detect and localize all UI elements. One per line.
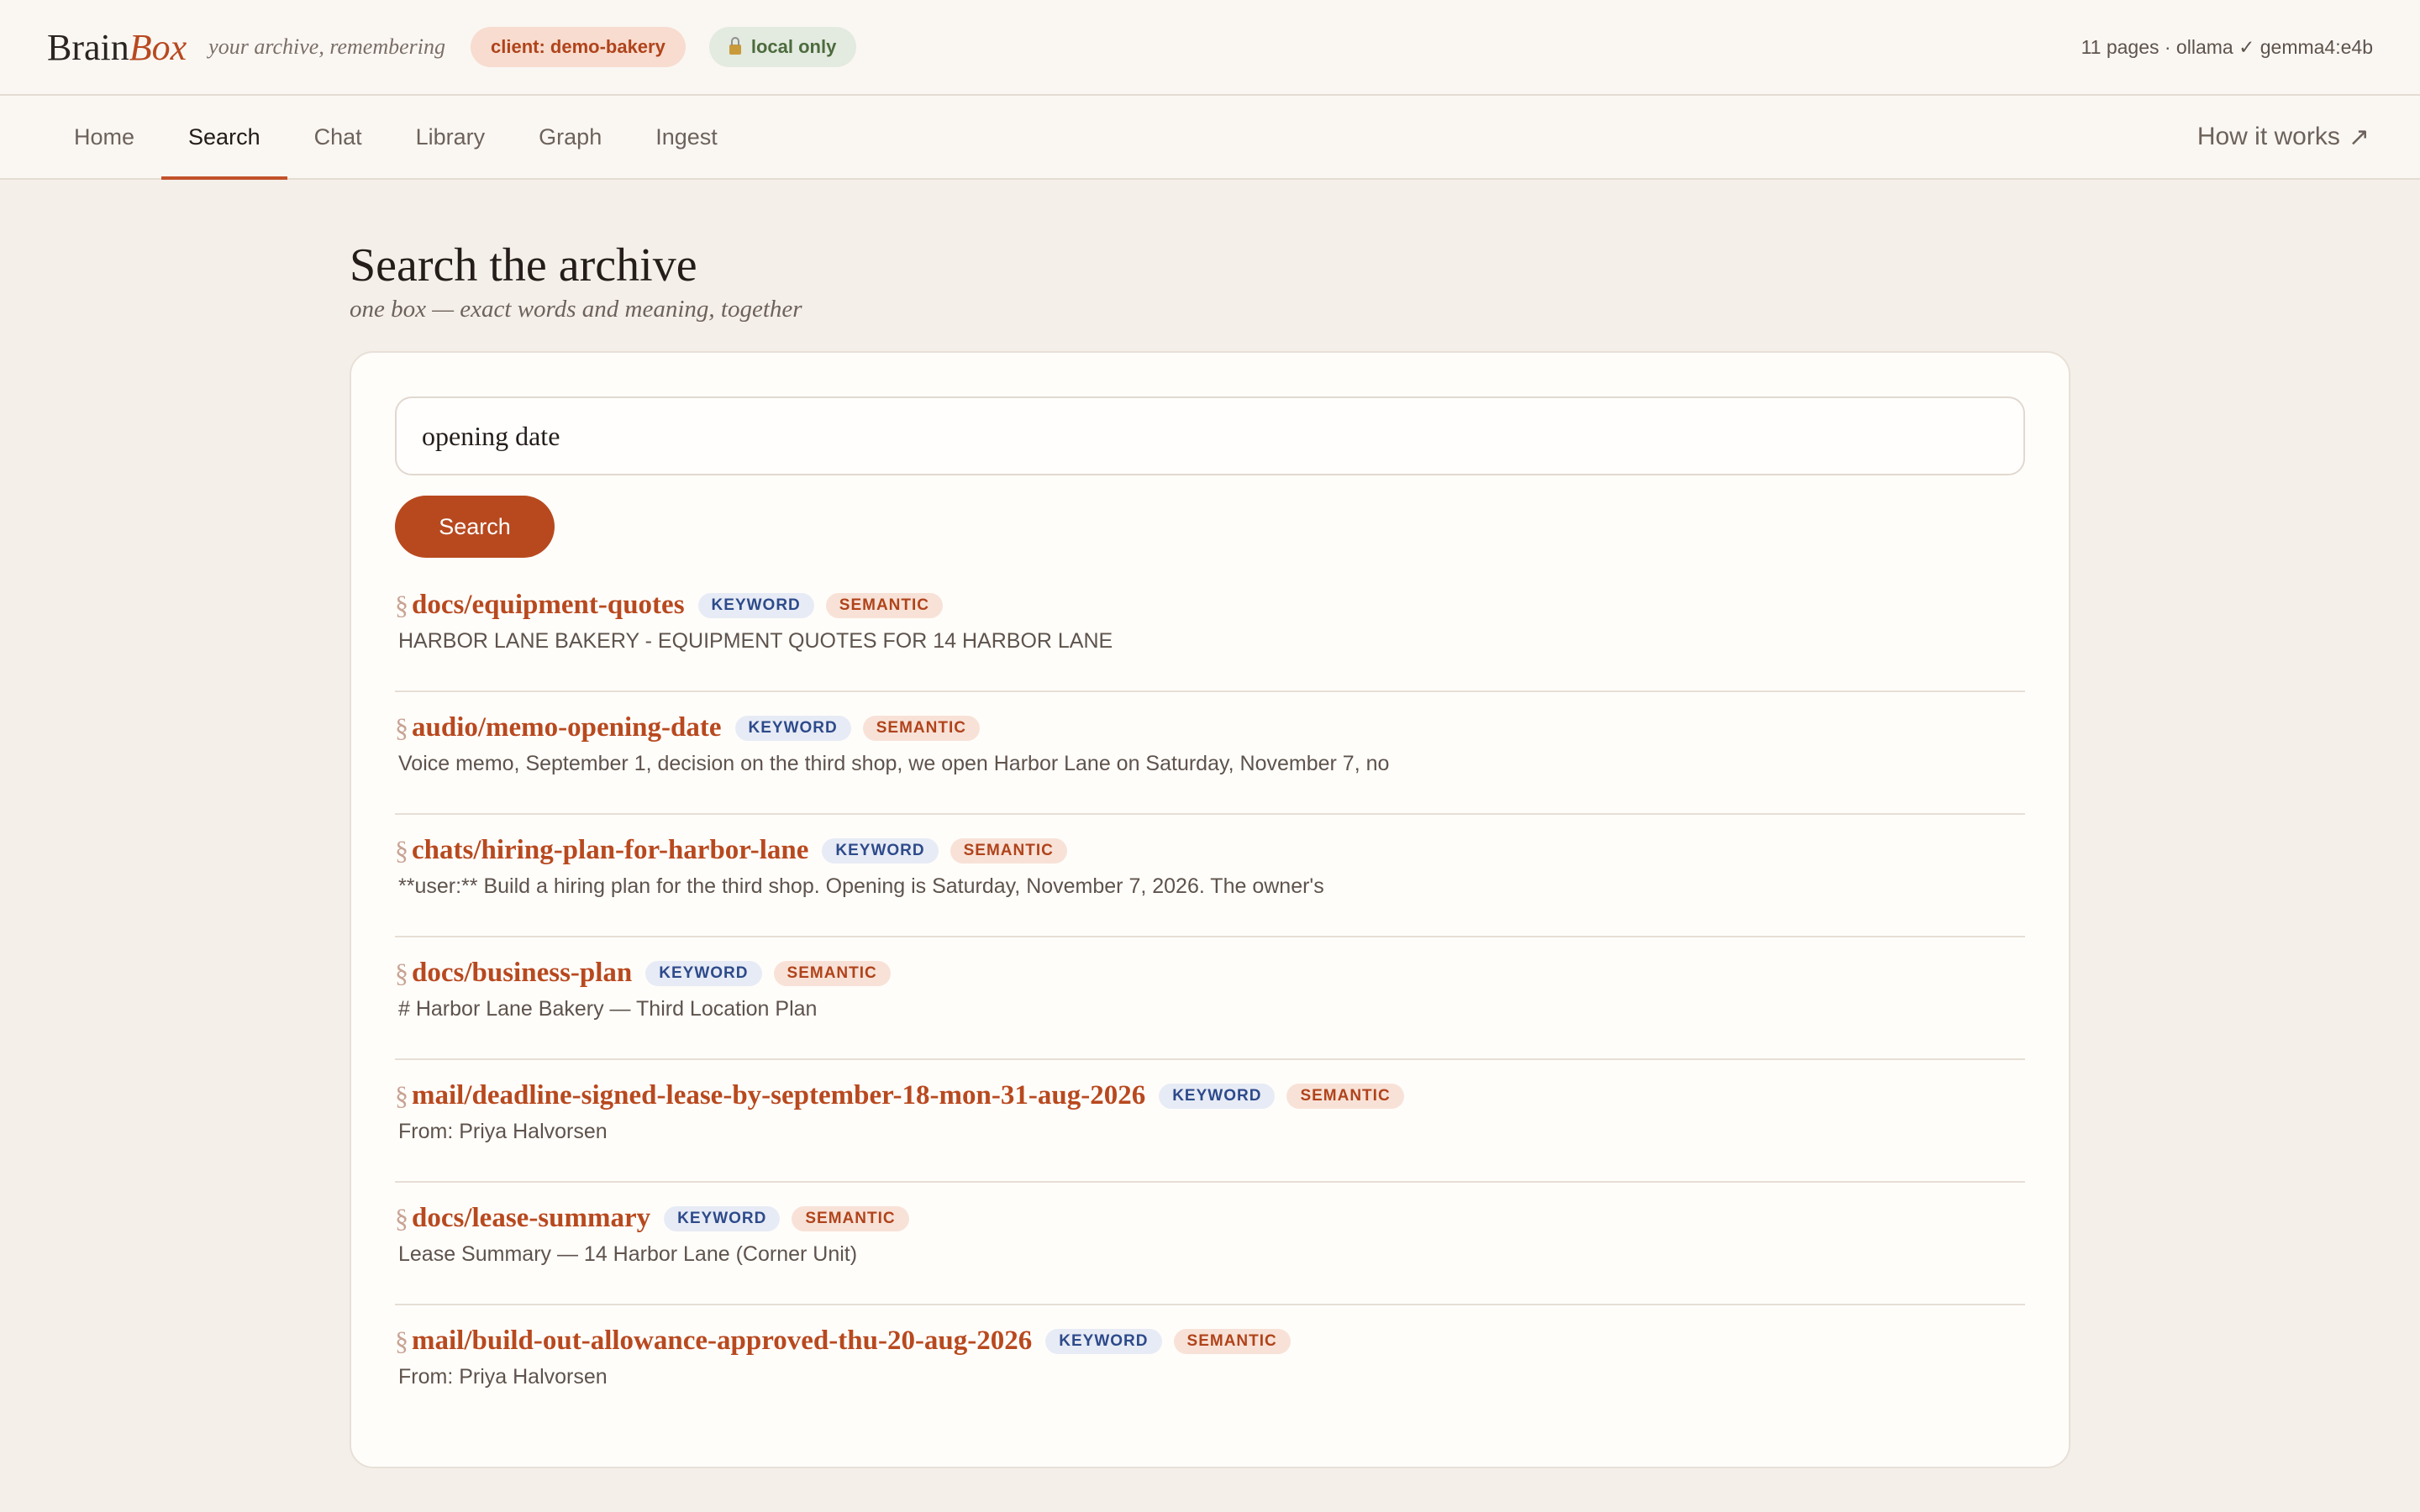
tab-home[interactable]: Home [47,96,161,178]
result-snippet: Voice memo, September 1, decision on the… [398,752,1390,775]
result-item: § docs/business-plan KEYWORD SEMANTIC # … [395,937,2025,1060]
nav-bar: Home Search Chat Library Graph Ingest Ho… [0,96,2420,180]
tab-ingest-label: Ingest [655,123,718,150]
result-title[interactable]: mail/build-out-allowance-approved-thu-20… [412,1326,1032,1357]
how-it-works-label: How it works [2196,123,2340,150]
page-title: Search the archive [350,239,697,291]
semantic-badge: SEMANTIC [1286,1083,1404,1109]
result-title[interactable]: chats/hiring-plan-for-harbor-lane [412,835,808,866]
search-button[interactable]: Search [395,496,555,558]
result-item: § mail/deadline-signed-lease-by-septembe… [395,1060,2025,1183]
tab-library[interactable]: Library [389,96,513,178]
tab-graph-label: Graph [539,123,602,150]
result-snippet: From: Priya Halvorsen [398,1120,608,1143]
tab-home-label: Home [74,123,135,150]
result-snippet: From: Priya Halvorsen [398,1365,608,1389]
local-only-badge: local only [708,27,857,67]
section-icon: § [395,712,408,743]
tagline: your archive, remembering [208,34,445,59]
section-icon: § [395,590,408,620]
semantic-badge: SEMANTIC [825,592,944,618]
keyword-badge: KEYWORD [664,1205,781,1231]
logo[interactable]: BrainBox [47,26,187,69]
section-icon: § [395,835,408,865]
search-input[interactable] [395,396,2025,475]
result-item: § mail/build-out-allowance-approved-thu-… [395,1305,2025,1428]
logo-box: Box [129,26,187,68]
keyword-badge: KEYWORD [1045,1328,1162,1354]
main-content: Search the archive one box — exact words… [350,180,2070,1468]
result-item: § docs/equipment-quotes KEYWORD SEMANTIC… [395,570,2025,692]
semantic-badge: SEMANTIC [792,1205,909,1231]
results-list: § docs/equipment-quotes KEYWORD SEMANTIC… [395,570,2025,1428]
section-icon: § [395,1080,408,1110]
result-snippet: **user:** Build a hiring plan for the th… [398,874,1324,898]
result-snippet: # Harbor Lane Bakery — Third Location Pl… [398,997,818,1021]
logo-brain: Brain [47,26,129,68]
local-only-label: local only [750,36,837,57]
tab-search-label: Search [188,123,260,150]
tab-search[interactable]: Search [161,96,287,180]
keyword-badge: KEYWORD [645,960,762,986]
section-icon: § [395,1203,408,1233]
keyword-badge: KEYWORD [1159,1083,1276,1109]
result-title[interactable]: mail/deadline-signed-lease-by-september-… [412,1080,1145,1111]
semantic-badge: SEMANTIC [773,960,891,986]
result-title[interactable]: docs/equipment-quotes [412,590,685,621]
semantic-badge: SEMANTIC [1173,1328,1291,1354]
lock-icon [729,37,741,55]
result-snippet: HARBOR LANE BAKERY - EQUIPMENT QUOTES FO… [398,629,1113,653]
section-icon: § [395,958,408,988]
external-arrow-icon: ↗ [2348,123,2370,151]
how-it-works-link[interactable]: How it works ↗ [2197,96,2370,178]
result-title[interactable]: audio/memo-opening-date [412,712,722,743]
search-card: Search § docs/equipment-quotes KEYWORD S… [350,351,2070,1468]
tab-chat-label: Chat [313,123,362,150]
client-badge-label: client: demo-bakery [491,36,666,57]
tab-graph[interactable]: Graph [512,96,629,178]
result-item: § audio/memo-opening-date KEYWORD SEMANT… [395,692,2025,815]
keyword-badge: KEYWORD [734,715,851,741]
result-item: § docs/lease-summary KEYWORD SEMANTIC Le… [395,1183,2025,1305]
tab-chat[interactable]: Chat [287,96,389,178]
result-title[interactable]: docs/business-plan [412,958,632,989]
tab-library-label: Library [415,123,486,150]
keyword-badge: KEYWORD [822,837,939,864]
status-text: 11 pages · ollama ✓ gemma4:e4b [2081,35,2373,58]
tab-ingest[interactable]: Ingest [629,96,744,178]
semantic-badge: SEMANTIC [862,715,980,741]
result-item: § chats/hiring-plan-for-harbor-lane KEYW… [395,815,2025,937]
result-snippet: Lease Summary — 14 Harbor Lane (Corner U… [398,1242,858,1266]
page-subtitle: one box — exact words and meaning, toget… [350,296,802,323]
top-header: BrainBox your archive, remembering clien… [0,0,2420,96]
result-title[interactable]: docs/lease-summary [412,1203,650,1234]
client-badge: client: demo-bakery [471,27,686,67]
keyword-badge: KEYWORD [697,592,814,618]
section-icon: § [395,1326,408,1356]
semantic-badge: SEMANTIC [950,837,1067,864]
